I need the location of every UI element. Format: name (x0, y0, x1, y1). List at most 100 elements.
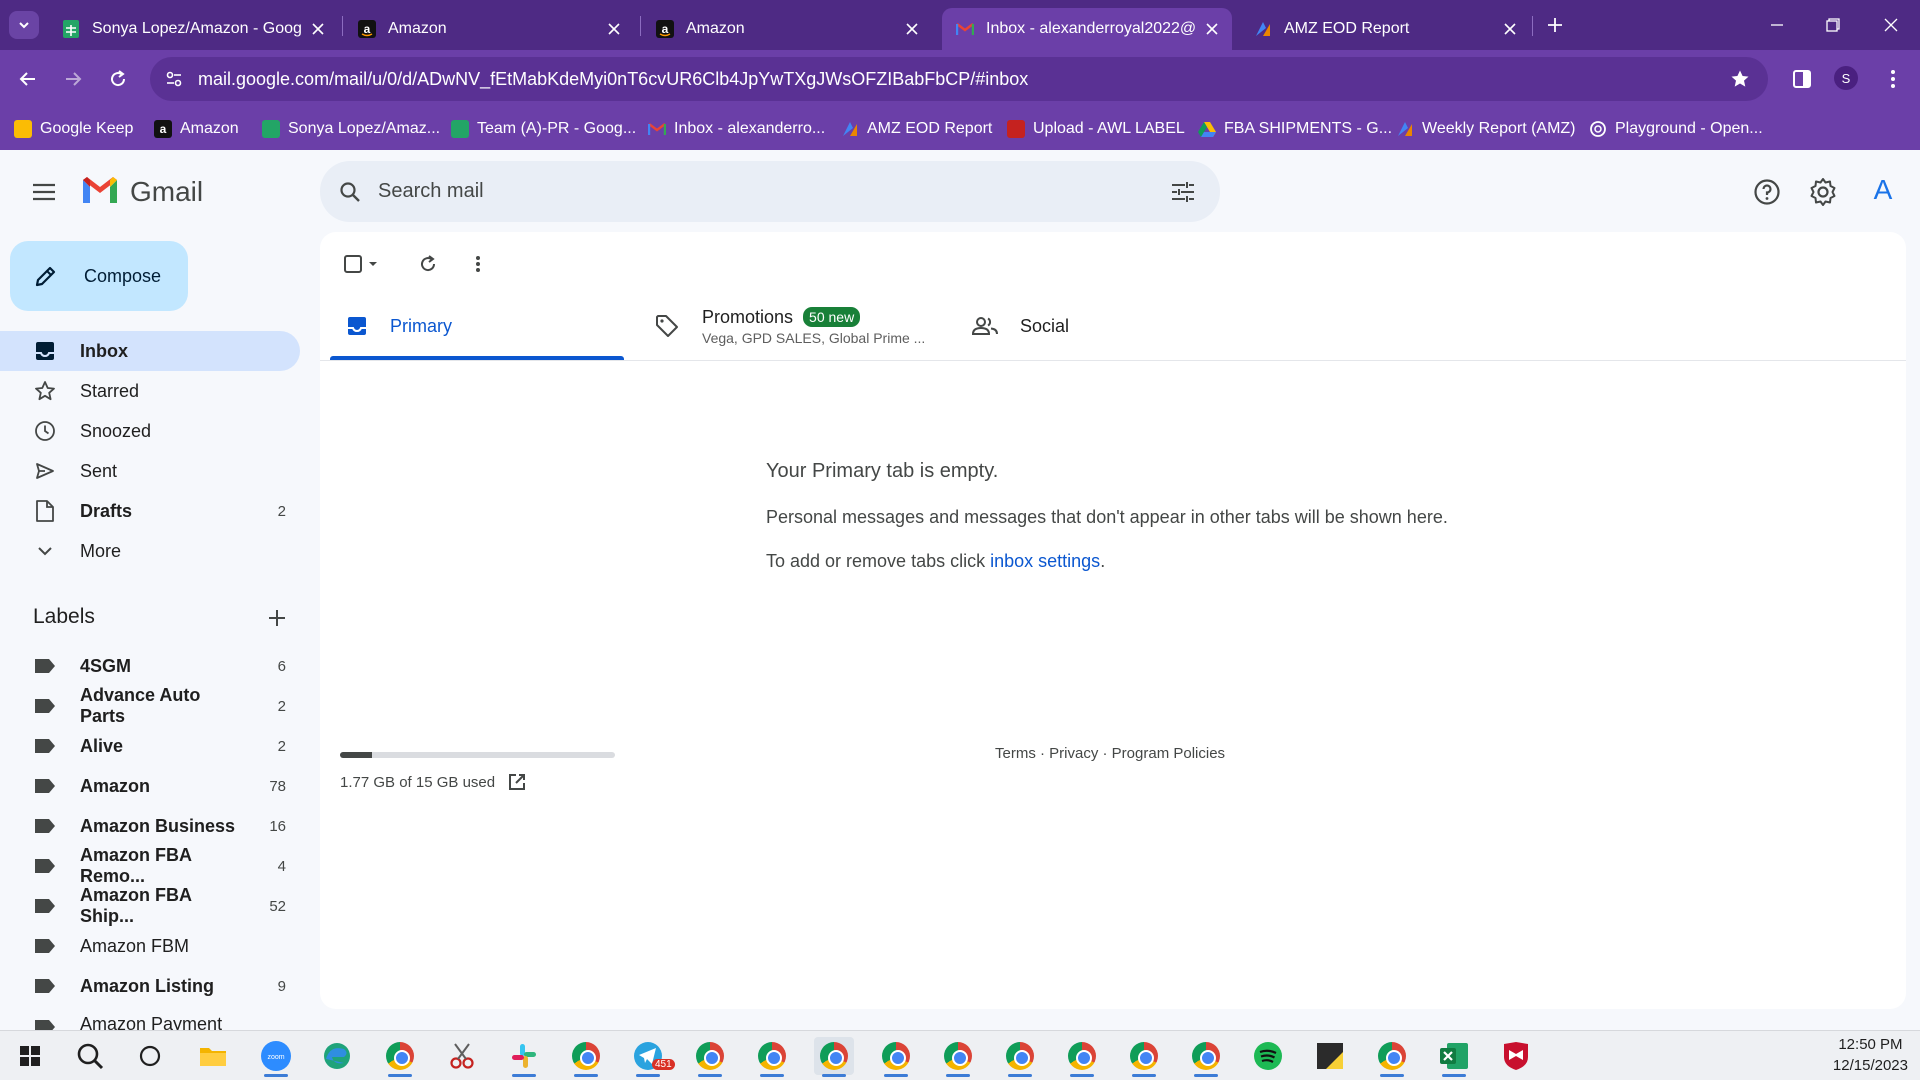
bookmark-team-pr[interactable]: Team (A)-PR - Goog... (451, 116, 636, 142)
close-icon[interactable] (902, 19, 922, 39)
browser-tab-2[interactable]: a Amazon (344, 8, 634, 50)
close-icon[interactable] (604, 19, 624, 39)
forward-arrow-icon[interactable] (57, 63, 89, 95)
chrome-profile-avatar[interactable]: S (1834, 66, 1858, 90)
bookmark-inbox[interactable]: Inbox - alexanderro... (648, 116, 825, 142)
label-item[interactable]: 4SGM 6 (0, 646, 300, 686)
open-in-new-icon[interactable] (507, 772, 527, 792)
close-icon[interactable] (308, 19, 328, 39)
nav-sent[interactable]: Sent (0, 451, 300, 491)
minimize-icon[interactable] (1762, 10, 1792, 40)
chrome-profile-icon[interactable] (1062, 1037, 1102, 1077)
excel-icon[interactable] (1434, 1037, 1474, 1077)
browser-tab-4-active[interactable]: Inbox - alexanderroyal2022@gr (942, 8, 1232, 50)
chrome-profile-icon[interactable] (938, 1037, 978, 1077)
chrome-profile-icon[interactable] (1124, 1037, 1164, 1077)
search-bar[interactable] (320, 161, 1220, 222)
side-panel-icon[interactable] (1788, 65, 1816, 93)
bookmark-weekly-report[interactable]: Weekly Report (AMZ) (1396, 116, 1576, 142)
footer-links[interactable]: Terms · Privacy · Program Policies (995, 745, 1225, 762)
chrome-profile-icon[interactable] (690, 1037, 730, 1077)
edge-icon[interactable] (317, 1037, 357, 1075)
bookmark-google-keep[interactable]: Google Keep (14, 116, 133, 142)
nav-starred[interactable]: Starred (0, 371, 300, 411)
label-item[interactable]: Amazon 78 (0, 766, 300, 806)
chrome-profile-icon[interactable] (566, 1037, 606, 1077)
refresh-icon[interactable] (413, 249, 443, 279)
label-item[interactable]: Amazon Business 16 (0, 806, 300, 846)
window-close-icon[interactable] (1876, 10, 1906, 40)
tab-social[interactable]: Social (972, 290, 1266, 362)
nav-more[interactable]: More (0, 531, 300, 571)
windows-start-icon[interactable] (10, 1037, 50, 1075)
spotify-icon[interactable] (1248, 1037, 1288, 1075)
svg-text:a: a (662, 22, 669, 36)
compose-button[interactable]: Compose (10, 241, 188, 311)
close-icon[interactable] (1202, 19, 1222, 39)
bookmark-sonya-lopez[interactable]: Sonya Lopez/Amaz... (262, 116, 440, 142)
label-item[interactable]: Amazon FBA Remo... 4 (0, 845, 300, 886)
label-name: Amazon Payment (80, 1014, 223, 1030)
search-icon[interactable] (336, 178, 364, 206)
browser-tab-3[interactable]: a Amazon (642, 8, 932, 50)
nav-label: Snoozed (80, 420, 152, 441)
browser-tab-5[interactable]: AMZ EOD Report (1240, 8, 1530, 50)
label-item[interactable]: Alive 2 (0, 726, 300, 766)
zoom-icon[interactable]: zoom (256, 1037, 296, 1077)
task-view-icon[interactable] (130, 1037, 170, 1075)
browser-tab-1[interactable]: Sonya Lopez/Amazon - Google (48, 8, 338, 50)
mcafee-icon[interactable] (1496, 1037, 1536, 1075)
help-icon[interactable] (1749, 174, 1785, 210)
chrome-profile-icon[interactable] (1000, 1037, 1040, 1077)
chrome-profile-icon[interactable] (1372, 1037, 1412, 1077)
tab-promotions[interactable]: Promotions 50 new Vega, GPD SALES, Globa… (654, 290, 954, 362)
nav-snoozed[interactable]: Snoozed (0, 411, 300, 451)
snipping-tool-icon[interactable] (442, 1037, 482, 1075)
new-tab-plus-icon[interactable] (1542, 12, 1568, 38)
chrome-profile-icon[interactable] (752, 1037, 792, 1077)
account-avatar[interactable]: A (1863, 170, 1903, 210)
chrome-profile-icon-active[interactable] (814, 1037, 854, 1077)
bookmark-upload-awl[interactable]: Upload - AWL LABEL (1007, 116, 1185, 142)
nav-drafts[interactable]: Drafts 2 (0, 491, 300, 531)
search-options-icon[interactable] (1168, 177, 1198, 207)
nav-inbox[interactable]: Inbox (0, 331, 300, 371)
chrome-profile-icon[interactable] (876, 1037, 916, 1077)
label-item[interactable]: Amazon Payment (0, 1006, 300, 1030)
tab-search-chevron-icon[interactable] (9, 11, 39, 39)
address-bar[interactable]: mail.google.com/mail/u/0/d/ADwNV_fEtMabK… (150, 57, 1768, 101)
chrome-icon[interactable] (380, 1037, 420, 1077)
label-item[interactable]: Advance Auto Parts 2 (0, 685, 300, 726)
send-icon (32, 458, 58, 484)
site-info-icon[interactable] (162, 67, 186, 91)
slack-icon[interactable] (504, 1037, 544, 1077)
reload-icon[interactable] (102, 63, 134, 95)
settings-gear-icon[interactable] (1805, 174, 1841, 210)
close-icon[interactable] (1500, 19, 1520, 39)
telegram-icon[interactable]: 451 (628, 1037, 675, 1077)
system-clock[interactable]: 12:50 PM 12/15/2023 (1833, 1034, 1908, 1076)
label-item[interactable]: Amazon FBM (0, 926, 300, 966)
bookmark-star-icon[interactable] (1728, 67, 1752, 91)
label-item[interactable]: Amazon FBA Ship... 52 (0, 885, 300, 926)
bookmark-amazon[interactable]: a Amazon (154, 116, 239, 142)
inbox-settings-link[interactable]: inbox settings (990, 551, 1100, 571)
bookmark-amz-eod[interactable]: AMZ EOD Report (841, 116, 992, 142)
search-input[interactable] (378, 180, 1168, 203)
search-icon[interactable] (70, 1037, 110, 1075)
restore-icon[interactable] (1818, 10, 1848, 40)
chrome-menu-icon[interactable] (1879, 65, 1907, 93)
label-item[interactable]: Amazon Listing 9 (0, 966, 300, 1006)
bookmark-fba-shipments[interactable]: FBA SHIPMENTS - G... (1198, 116, 1392, 142)
gmail-logo[interactable]: Gmail (80, 174, 203, 210)
file-explorer-icon[interactable] (193, 1037, 233, 1075)
select-checkbox[interactable] (340, 249, 384, 279)
add-label-plus-icon[interactable] (262, 603, 292, 633)
bookmark-playground[interactable]: Playground - Open... (1589, 116, 1763, 142)
chrome-profile-icon[interactable] (1186, 1037, 1226, 1077)
sticky-notes-icon[interactable] (1310, 1037, 1350, 1075)
main-menu-icon[interactable] (28, 176, 60, 208)
more-vert-icon[interactable] (463, 249, 493, 279)
tab-primary[interactable]: Primary (330, 290, 624, 362)
back-arrow-icon[interactable] (12, 63, 44, 95)
